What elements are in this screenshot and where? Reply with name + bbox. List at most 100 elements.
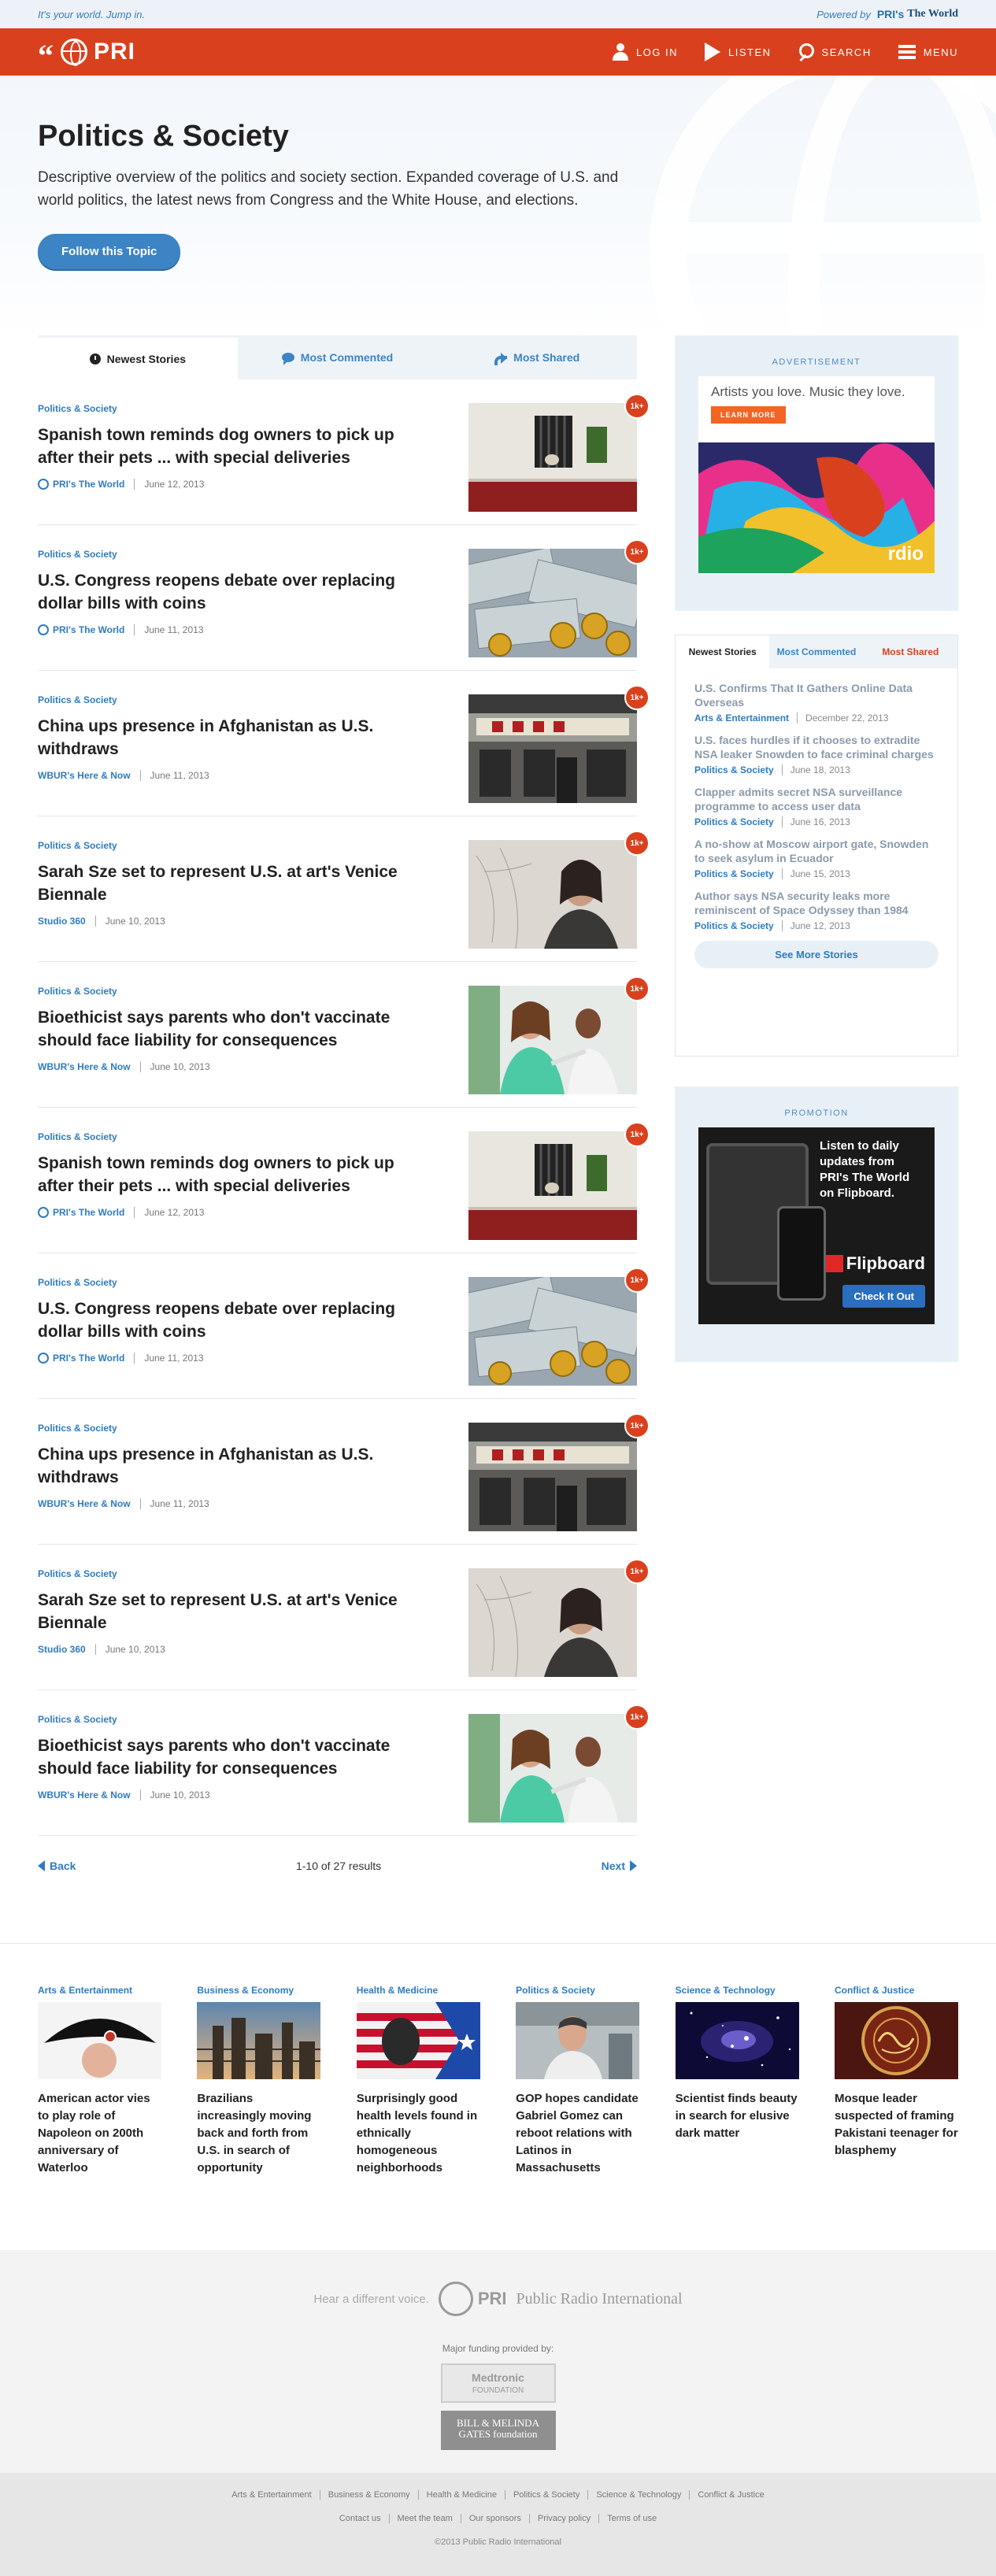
story-title[interactable]: U.S. Congress reopens debate over replac… [38, 1297, 431, 1343]
footer-link[interactable]: Contact us [331, 2514, 390, 2523]
story-category[interactable]: Politics & Society [38, 549, 431, 560]
story-thumbnail[interactable]: 1k+ [468, 831, 650, 949]
tab-most-shared[interactable]: Most Shared [437, 335, 637, 379]
back-button[interactable]: Back [38, 1860, 76, 1872]
sidebar-tab-shared[interactable]: Most Shared [864, 635, 957, 668]
category-image[interactable] [356, 2002, 480, 2079]
story-source[interactable]: WBUR's Here & Now [38, 1498, 141, 1509]
category-image[interactable] [834, 2002, 958, 2079]
story-thumbnail[interactable]: 1k+ [468, 394, 650, 512]
tab-most-commented[interactable]: Most Commented [238, 335, 438, 379]
footer-link[interactable]: Terms of use [599, 2514, 665, 2523]
category-image[interactable] [197, 2002, 321, 2079]
story-category[interactable]: Politics & Society [38, 1568, 431, 1579]
next-button[interactable]: Next [602, 1860, 637, 1872]
story-title[interactable]: Bioethicist says parents who don't vacci… [38, 1734, 431, 1780]
flipboard-promo[interactable]: Listen to daily updates from PRI's The W… [698, 1127, 935, 1324]
footer-section-link[interactable]: Business & Economy [320, 2490, 419, 2500]
story-source[interactable]: WBUR's Here & Now [38, 1061, 141, 1072]
story-category[interactable]: Politics & Society [38, 1277, 431, 1288]
story-source[interactable]: PRI's The World [38, 624, 135, 635]
tab-newest-stories[interactable]: Newest Stories [38, 335, 238, 379]
category-image[interactable] [675, 2002, 799, 2079]
category-story-title[interactable]: Scientist finds beauty in search for elu… [676, 2090, 799, 2142]
menu-button[interactable]: MENU [898, 43, 958, 61]
category-story-title[interactable]: GOP hopes candidate Gabriel Gomez can re… [516, 2090, 639, 2177]
category-image[interactable] [38, 2002, 161, 2079]
search-button[interactable]: SEARCH [798, 43, 872, 61]
story-title[interactable]: China ups presence in Afghanistan as U.S… [38, 1443, 431, 1489]
footer-link[interactable]: Meet the team [390, 2514, 461, 2523]
category-story-title[interactable]: American actor vies to play role of Napo… [38, 2090, 161, 2177]
story-thumbnail[interactable]: 1k+ [468, 1268, 650, 1386]
story-source[interactable]: WBUR's Here & Now [38, 770, 141, 781]
story-thumbnail[interactable]: 1k+ [468, 1122, 650, 1240]
check-it-out-button[interactable]: Check It Out [842, 1285, 925, 1308]
story-title[interactable]: Bioethicist says parents who don't vacci… [38, 1006, 431, 1052]
sidebar-tab-newest[interactable]: Newest Stories [676, 635, 770, 668]
medtronic-foundation-logo[interactable]: Medtronic FOUNDATION [440, 2363, 556, 2403]
story-title[interactable]: Spanish town reminds dog owners to pick … [38, 1152, 431, 1197]
category-story-title[interactable]: Mosque leader suspected of framing Pakis… [835, 2090, 958, 2160]
story-thumbnail[interactable]: 1k+ [468, 685, 650, 803]
footer-pri-logo[interactable]: PRI [438, 2282, 507, 2316]
footer-section-link[interactable]: Science & Technology [588, 2490, 691, 2500]
story-thumbnail[interactable]: 1k+ [468, 539, 650, 657]
login-button[interactable]: LOG IN [612, 43, 678, 61]
story-source[interactable]: Studio 360 [38, 916, 96, 927]
sidebar-story-title[interactable]: A no-show at Moscow airport gate, Snowde… [694, 837, 939, 865]
story-category[interactable]: Politics & Society [38, 1423, 431, 1434]
story-title[interactable]: U.S. Congress reopens debate over replac… [38, 569, 431, 615]
story-category[interactable]: Politics & Society [38, 840, 431, 851]
story-thumbnail[interactable]: 1k+ [468, 1704, 650, 1823]
story-category[interactable]: Politics & Society [38, 1714, 431, 1725]
story-category[interactable]: Politics & Society [38, 694, 431, 705]
story-thumbnail[interactable]: 1k+ [468, 1559, 650, 1677]
footer-link[interactable]: Our sponsors [461, 2514, 530, 2523]
story-source[interactable]: WBUR's Here & Now [38, 1790, 141, 1801]
gates-foundation-logo[interactable]: BILL & MELINDA GATES foundation [440, 2411, 556, 2450]
sidebar-story-title[interactable]: U.S. faces hurdles if it chooses to extr… [694, 733, 939, 761]
sidebar-story-category[interactable]: Politics & Society [694, 868, 783, 879]
story-title[interactable]: Sarah Sze set to represent U.S. at art's… [38, 1589, 431, 1634]
sidebar-tab-commented[interactable]: Most Commented [769, 635, 863, 668]
category-label[interactable]: Politics & Society [516, 1985, 639, 1996]
sidebar-story-category[interactable]: Politics & Society [694, 764, 783, 775]
category-image[interactable] [516, 2002, 640, 2079]
footer-section-link[interactable]: Health & Medicine [419, 2490, 505, 2500]
footer-section-link[interactable]: Politics & Society [505, 2490, 589, 2500]
category-label[interactable]: Business & Economy [197, 1985, 320, 1996]
footer-link[interactable]: Privacy policy [530, 2514, 600, 2523]
category-story-title[interactable]: Surprisingly good health levels found in… [357, 2090, 480, 2177]
listen-button[interactable]: LISTEN [705, 43, 772, 61]
story-source[interactable]: Studio 360 [38, 1644, 96, 1655]
story-thumbnail[interactable]: 1k+ [468, 1413, 650, 1531]
rdio-ad[interactable]: Artists you love. Music they love. LEARN… [698, 376, 935, 573]
story-category[interactable]: Politics & Society [38, 403, 431, 414]
category-label[interactable]: Science & Technology [676, 1985, 799, 1996]
story-title[interactable]: Sarah Sze set to represent U.S. at art's… [38, 861, 431, 906]
story-category[interactable]: Politics & Society [38, 1131, 431, 1142]
story-source[interactable]: PRI's The World [38, 1207, 135, 1218]
story-source[interactable]: PRI's The World [38, 1353, 135, 1364]
sidebar-story-category[interactable]: Politics & Society [694, 920, 783, 931]
category-story-title[interactable]: Brazilians increasingly moving back and … [197, 2090, 320, 2177]
category-label[interactable]: Arts & Entertainment [38, 1985, 161, 1996]
follow-topic-button[interactable]: Follow this Topic [38, 234, 181, 269]
category-label[interactable]: Conflict & Justice [835, 1985, 958, 1996]
story-source[interactable]: PRI's The World [38, 479, 135, 490]
sidebar-story-category[interactable]: Politics & Society [694, 816, 783, 827]
sidebar-story-title[interactable]: Clapper admits secret NSA surveillance p… [694, 785, 939, 813]
sidebar-story-category[interactable]: Arts & Entertainment [694, 712, 798, 724]
story-title[interactable]: China ups presence in Afghanistan as U.S… [38, 715, 431, 761]
sidebar-story-title[interactable]: U.S. Confirms That It Gathers Online Dat… [694, 681, 939, 709]
story-thumbnail[interactable]: 1k+ [468, 976, 650, 1094]
sidebar-story-title[interactable]: Author says NSA security leaks more remi… [694, 889, 939, 917]
story-category[interactable]: Politics & Society [38, 986, 431, 997]
story-title[interactable]: Spanish town reminds dog owners to pick … [38, 424, 431, 469]
see-more-stories-button[interactable]: See More Stories [694, 941, 939, 968]
footer-section-link[interactable]: Conflict & Justice [690, 2490, 772, 2500]
footer-section-link[interactable]: Arts & Entertainment [224, 2490, 320, 2500]
learn-more-button[interactable]: LEARN MORE [711, 406, 786, 424]
pri-logo[interactable]: “ PRI [38, 39, 135, 72]
